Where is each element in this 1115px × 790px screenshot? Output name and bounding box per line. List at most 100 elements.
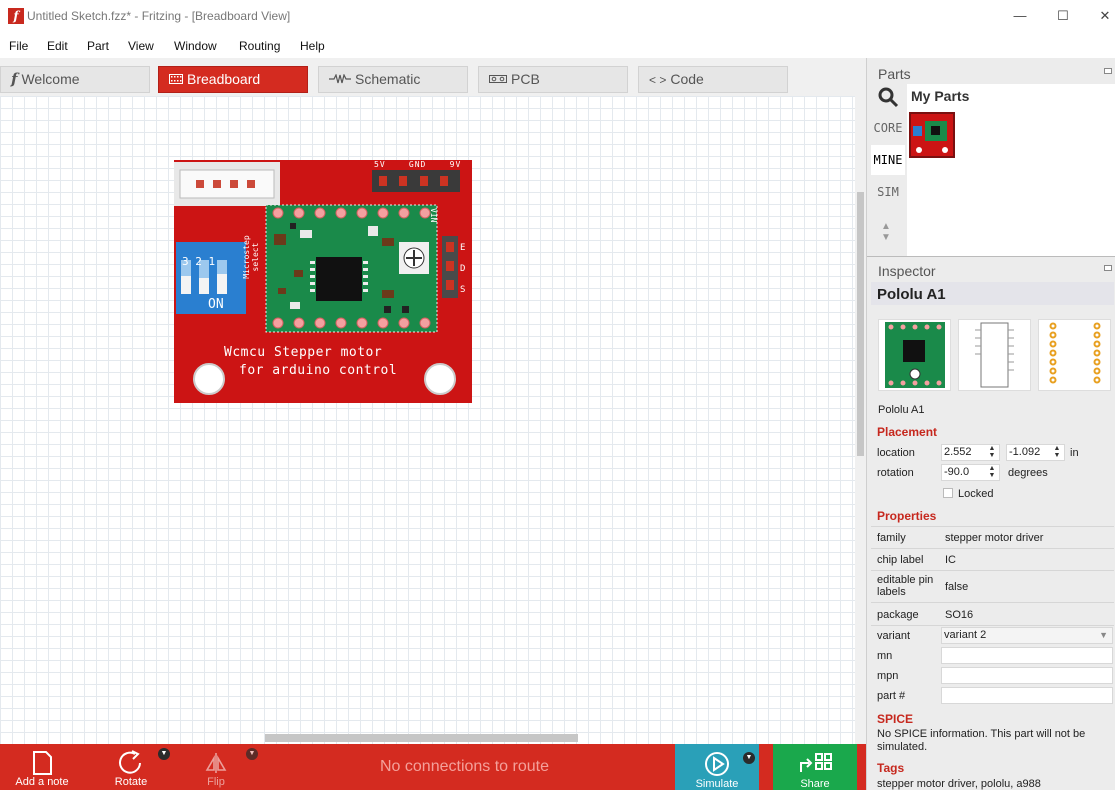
simulate-dropdown-icon[interactable]: ▼ [743,752,755,764]
tab-label: Code [670,71,704,87]
microstep-select-label: Microstep select [242,235,260,279]
tab-schematic[interactable]: Schematic [318,66,468,93]
mn-input[interactable] [941,647,1113,664]
tab-pcb[interactable]: PCB [478,66,628,93]
pin-label-s: S [460,285,466,295]
rotation-input[interactable]: -90.0 ▲ ▼ [941,464,1000,481]
variant-select[interactable]: variant 2 ▼ [941,627,1113,644]
spinner-arrows-icon[interactable]: ▲ ▼ [985,445,999,460]
share-icon [800,753,832,772]
play-icon [705,752,729,776]
add-note-button[interactable]: Add a note [0,744,84,790]
inspector-part-title: Pololu A1 [871,282,1114,305]
share-label: Share [800,778,830,790]
menu-part[interactable]: Part [87,39,109,53]
flip-label: Flip [207,776,225,788]
simulate-button[interactable]: Simulate [675,744,759,790]
mpn-label: mpn [877,670,899,682]
variant-value: variant 2 [944,629,987,641]
divider [871,625,1114,626]
rotate-button[interactable]: Rotate [96,744,166,790]
pin-label-e: E [460,243,466,253]
tab-label: PCB [511,71,540,87]
rotate-icon [119,750,141,774]
part-thumbnail-stepper-board[interactable] [909,112,955,158]
prop-value-editable-pin-labels: false [945,581,969,593]
tab-label: Schematic [355,71,421,87]
location-y-input[interactable]: -1.092 ▲ ▼ [1006,444,1065,461]
maximize-button[interactable]: ☐ [1048,6,1078,28]
pcb-icon [489,68,507,93]
bin-scroll-arrows-icon[interactable]: ▲ ▼ [881,221,891,243]
menu-bar: File Edit Part View Window Routing Help [0,34,1115,58]
prop-key-family: family [877,532,906,544]
bin-tab-sim[interactable]: SIM [871,177,905,207]
menu-help[interactable]: Help [300,39,325,53]
panel-float-icon[interactable] [1104,265,1112,271]
tab-welcome[interactable]: f Welcome [0,66,150,93]
menu-file[interactable]: File [9,39,28,53]
canvas-vertical-scrollbar[interactable] [855,96,866,744]
code-brackets-icon: < > [649,73,667,87]
menu-routing[interactable]: Routing [239,39,280,53]
menu-window[interactable]: Window [174,39,217,53]
tab-label: Welcome [21,71,80,87]
search-parts-icon[interactable] [871,84,905,112]
variant-label: variant [877,630,911,642]
inspector-panel-header: Inspector [867,256,1115,280]
tab-breadboard[interactable]: Breadboard [158,66,308,93]
dip-on-label: ON [208,297,224,312]
tab-label: Breadboard [187,71,261,87]
routing-status-text: No connections to route [380,758,549,775]
tags-text: stepper motor driver, pololu, a988 [877,778,1041,790]
location-x-input[interactable]: 2.552 ▲ ▼ [941,444,1000,461]
rotate-label: Rotate [114,776,148,788]
resistor-icon [329,68,351,93]
mpn-input[interactable] [941,667,1113,684]
view-tab-bar: f Welcome Breadboard Schematic PCB < > Cod… [0,58,866,96]
parts-panel-header: Parts [867,60,1115,84]
my-parts-bin: My Parts [907,84,1115,256]
mn-label: mn [877,650,893,662]
divider [871,526,1114,527]
spinner-arrows-icon[interactable]: ▲ ▼ [1050,445,1064,460]
flip-icon [205,753,227,773]
minimize-button[interactable]: — [1005,6,1035,28]
right-dock-panel: Parts CORE MINE SIM ▲ ▼ My Parts Inspecto… [866,58,1115,790]
panel-float-icon[interactable] [1104,68,1112,74]
dip-numbers: 3 2 1 [182,255,215,268]
location-y-value: -1.092 [1009,446,1041,458]
inspector-part-caption: Pololu A1 [878,404,925,416]
close-button[interactable]: ✕ [1090,6,1115,28]
bin-tab-core[interactable]: CORE [871,113,905,143]
rotation-value: -90.0 [944,466,970,478]
placement-header: Placement [877,425,938,439]
canvas-horizontal-scroll-thumb[interactable] [265,734,578,742]
pcb-view-thumbnail[interactable] [1038,319,1111,391]
bin-tab-mine[interactable]: MINE [871,145,905,175]
dip-number-3: 3 [182,255,189,268]
locked-checkbox[interactable] [943,488,953,498]
flip-dropdown-icon[interactable]: ▼ [246,748,258,760]
flip-button[interactable]: Flip [186,744,246,790]
board-caption-line1: Wcmcu Stepper motor [224,345,383,360]
note-icon [33,751,52,775]
schematic-view-thumbnail[interactable] [958,319,1031,391]
pin-label-9v: 9V [449,160,462,169]
dip-number-2: 2 [195,255,202,268]
window-title: Untitled Sketch.fzz* - Fritzing - [Bread… [27,9,291,23]
menu-edit[interactable]: Edit [47,39,68,53]
part-number-label: part # [877,690,906,702]
spinner-arrows-icon[interactable]: ▲ ▼ [985,465,999,480]
prop-key-chip-label: chip label [877,554,924,566]
tab-code[interactable]: < > Code [638,66,788,93]
rotate-dropdown-icon[interactable]: ▼ [158,748,170,760]
bottom-toolbar: Add a note Rotate ▼ Flip ▼ No connection… [0,744,866,790]
part-number-input[interactable] [941,687,1113,704]
vertical-scroll-thumb[interactable] [857,192,864,456]
menu-view[interactable]: View [128,39,154,53]
share-button[interactable]: Share [773,744,857,790]
stepper-driver-board[interactable]: 5V GND 9V VIN E D S 3 2 1 ON Microstep s… [174,160,472,403]
fritzing-logo-icon: f [8,8,24,24]
breadboard-view-thumbnail[interactable] [878,319,951,391]
